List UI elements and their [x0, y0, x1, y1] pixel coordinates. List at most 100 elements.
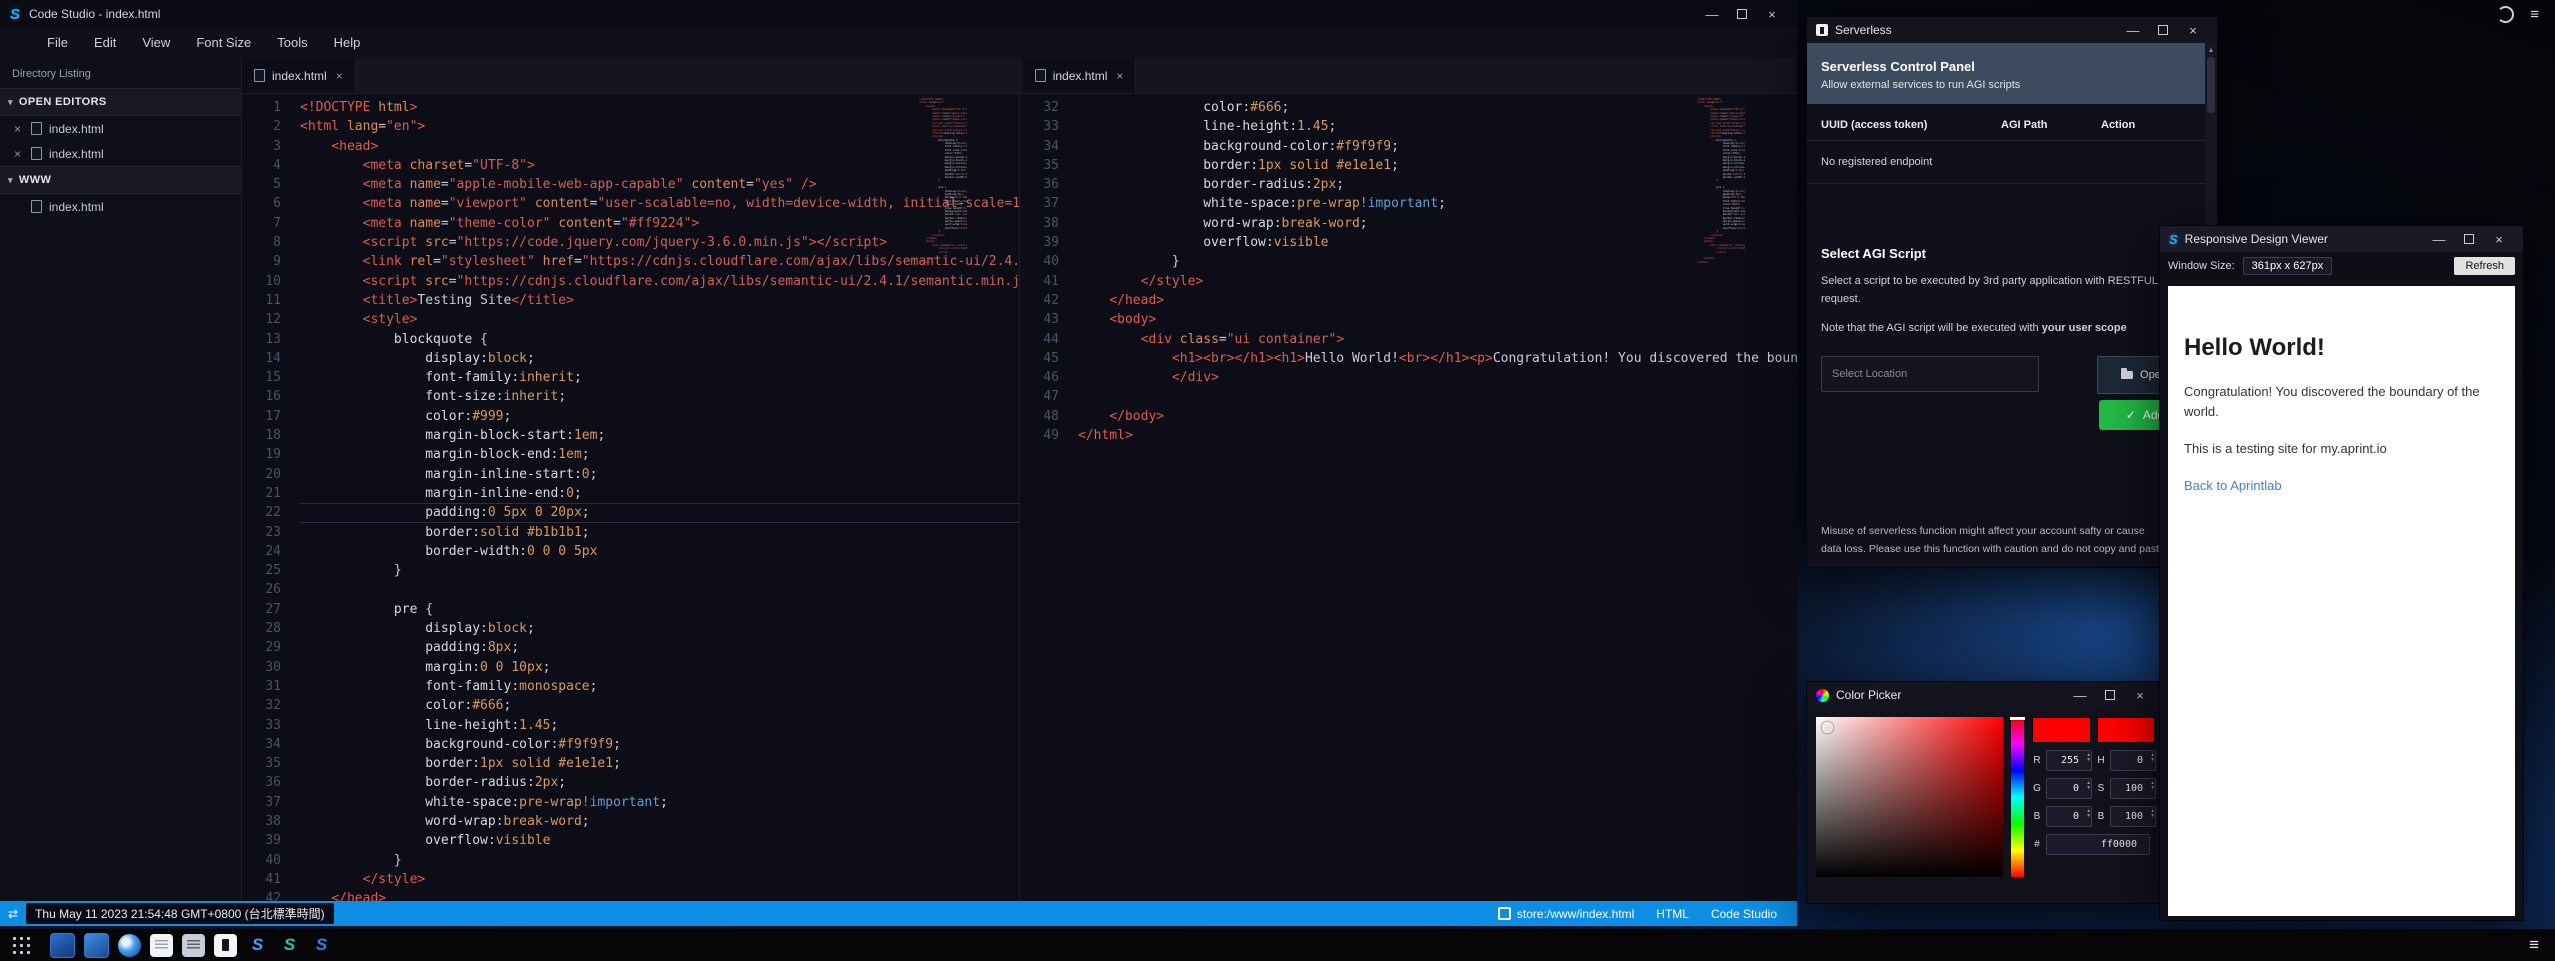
code-line[interactable]: <title>Testing Site</title> — [300, 291, 1019, 310]
code-line[interactable]: padding:8px; — [300, 638, 1019, 657]
code-line[interactable]: color:#666; — [1078, 98, 1797, 117]
code-line[interactable]: word-wrap:break-word; — [300, 812, 1019, 831]
editor-pane[interactable]: 1234567891011121314151617181920212223242… — [242, 94, 1019, 901]
code-line[interactable]: padding:0 5px 0 20px; — [300, 503, 1019, 522]
code-line[interactable]: <link rel="stylesheet" href="https://cdn… — [300, 252, 1019, 271]
refresh-button[interactable]: Refresh — [2454, 257, 2515, 275]
code-line[interactable]: white-space:pre-wrap!important; — [1078, 194, 1797, 213]
code-line[interactable]: font-family:inherit; — [300, 368, 1019, 387]
browser-icon[interactable] — [118, 934, 141, 957]
menu-item-file[interactable]: File — [34, 28, 81, 58]
menu-item-font-size[interactable]: Font Size — [183, 28, 264, 58]
code-line[interactable]: </style> — [300, 870, 1019, 889]
code-line[interactable]: margin-inline-start:0; — [300, 465, 1019, 484]
sidebar-section-open-editors[interactable]: ▾OPEN EDITORS — [0, 88, 241, 116]
start-menu-icon[interactable] — [10, 934, 33, 957]
menu-icon[interactable]: ≡ — [2530, 6, 2539, 23]
window-size-value[interactable]: 361px x 627px — [2243, 257, 2333, 275]
close-button[interactable]: × — [2125, 684, 2155, 706]
stepper-icons[interactable]: ▴▾ — [2087, 753, 2090, 763]
code-line[interactable]: } — [1078, 252, 1797, 271]
code-line[interactable]: border:solid #b1b1b1; — [300, 523, 1019, 542]
tab-close-icon[interactable]: × — [336, 69, 343, 83]
code-line[interactable]: margin-inline-end:0; — [300, 484, 1019, 503]
editor-pane[interactable]: 323334353637383940414243444546474849 col… — [1019, 94, 1797, 901]
code-line[interactable]: line-height:1.45; — [1078, 117, 1797, 136]
code-line[interactable]: overflow:visible — [1078, 233, 1797, 252]
hue-input[interactable] — [2110, 750, 2156, 771]
code-line[interactable]: background-color:#f9f9f9; — [300, 735, 1019, 754]
code-line[interactable]: white-space:pre-wrap!important; — [300, 793, 1019, 812]
code-line[interactable]: <div class="ui container"> — [1078, 330, 1797, 349]
stepper-icons[interactable]: ▴▾ — [2151, 753, 2154, 763]
code-line[interactable]: border-radius:2px; — [1078, 175, 1797, 194]
language-mode-status[interactable]: HTML — [1656, 907, 1689, 921]
code-area[interactable]: color:#666; line-height:1.45; background… — [1072, 94, 1797, 901]
minimize-button[interactable]: — — [2065, 684, 2095, 706]
menu-item-view[interactable]: View — [129, 28, 183, 58]
code-line[interactable]: display:block; — [300, 349, 1019, 368]
blue-input[interactable] — [2046, 806, 2092, 827]
stepper-icons[interactable]: ▴▾ — [2087, 809, 2090, 819]
code-line[interactable]: margin-block-end:1em; — [300, 445, 1019, 464]
code-line[interactable]: color:#999; — [300, 407, 1019, 426]
red-input[interactable] — [2046, 750, 2092, 771]
serverless-app-icon[interactable] — [214, 934, 237, 957]
taskbar-menu-icon[interactable]: ≡ — [2529, 935, 2545, 955]
code-line[interactable]: </style> — [1078, 272, 1797, 291]
code-line[interactable]: <script src="https://code.jquery.com/jqu… — [300, 233, 1019, 252]
code-studio-icon-blue-2[interactable] — [310, 934, 333, 957]
minimize-button[interactable]: — — [1697, 3, 1727, 25]
app-window-icon[interactable] — [50, 933, 75, 958]
code-area[interactable]: <!DOCTYPE html><html lang="en"> <head> <… — [294, 94, 1019, 901]
code-line[interactable]: <body> — [1078, 310, 1797, 329]
code-line[interactable]: pre { — [300, 600, 1019, 619]
file-path-status[interactable]: store:/www/index.html — [1498, 907, 1634, 921]
serverless-title-bar[interactable]: Serverless — × — [1807, 17, 2217, 43]
code-line[interactable]: </head> — [300, 889, 1019, 901]
sidebar-file-item[interactable]: ×index.html — [0, 116, 241, 141]
sidebar-section-www[interactable]: ▾WWW — [0, 166, 241, 194]
code-line[interactable]: background-color:#f9f9f9; — [1078, 137, 1797, 156]
code-line[interactable]: } — [300, 561, 1019, 580]
close-button[interactable]: × — [1757, 3, 1787, 25]
code-line[interactable]: display:block; — [300, 619, 1019, 638]
maximize-button[interactable] — [2095, 684, 2125, 706]
code-line[interactable]: <!DOCTYPE html> — [300, 98, 1019, 117]
code-studio-icon-teal[interactable] — [278, 934, 301, 957]
code-line[interactable]: font-family:monospace; — [300, 677, 1019, 696]
sidebar-file-item[interactable]: index.html — [0, 194, 241, 219]
code-line[interactable]: <head> — [300, 137, 1019, 156]
code-line[interactable]: <html lang="en"> — [300, 117, 1019, 136]
scrollbar-up-icon[interactable]: ▴ — [2205, 43, 2217, 54]
viewer-title-bar[interactable]: S Responsive Design Viewer — × — [2160, 226, 2523, 252]
editor-tab[interactable]: index.html× — [1023, 58, 1137, 93]
code-line[interactable]: overflow:visible — [300, 831, 1019, 850]
app-window-icon-2[interactable] — [84, 933, 109, 958]
code-line[interactable]: font-size:inherit; — [300, 387, 1019, 406]
code-line[interactable]: <h1><br></h1><h1>Hello World!<br></h1><p… — [1078, 349, 1797, 368]
code-line[interactable] — [300, 580, 1019, 599]
maximize-button[interactable] — [2454, 228, 2484, 250]
code-line[interactable]: </div> — [1078, 368, 1797, 387]
maximize-button[interactable] — [2148, 19, 2178, 41]
code-line[interactable]: } — [300, 851, 1019, 870]
code-line[interactable]: <meta charset="UTF-8"> — [300, 156, 1019, 175]
code-line[interactable]: <meta name="theme-color" content="#ff922… — [300, 214, 1019, 233]
code-line[interactable]: blockquote { — [300, 330, 1019, 349]
code-line[interactable]: <meta name="viewport" content="user-scal… — [300, 194, 1019, 213]
location-input[interactable] — [1821, 356, 2039, 392]
color-picker-title-bar[interactable]: Color Picker — × — [1807, 682, 2164, 708]
brightness-input[interactable] — [2110, 806, 2156, 827]
code-line[interactable]: border-radius:2px; — [300, 773, 1019, 792]
hex-input[interactable] — [2046, 834, 2150, 855]
code-line[interactable]: margin-block-start:1em; — [300, 426, 1019, 445]
maximize-button[interactable] — [1727, 3, 1757, 25]
document-icon-2[interactable] — [182, 934, 205, 957]
editor-tab[interactable]: index.html× — [242, 58, 356, 93]
document-icon[interactable] — [150, 934, 173, 957]
sync-icon[interactable]: ⇄ — [8, 907, 18, 921]
code-line[interactable]: </html> — [1078, 426, 1797, 445]
menu-item-help[interactable]: Help — [321, 28, 374, 58]
hue-slider[interactable] — [2011, 717, 2024, 877]
